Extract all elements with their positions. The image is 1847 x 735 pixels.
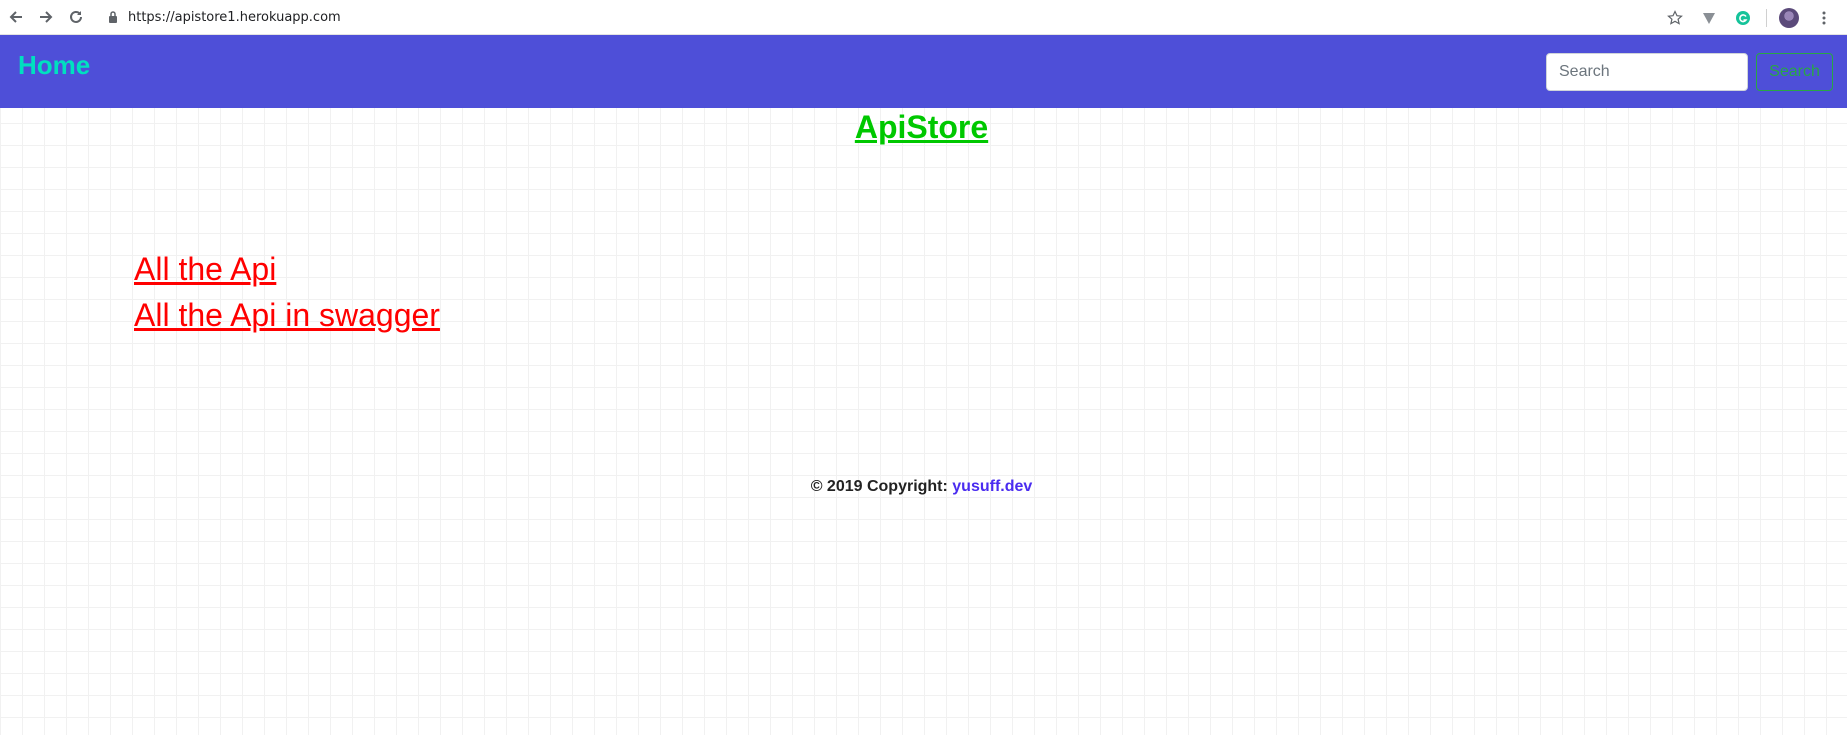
reload-icon[interactable] <box>62 3 90 31</box>
home-link[interactable]: Home <box>18 50 90 81</box>
search-input[interactable] <box>1546 53 1748 91</box>
all-api-link[interactable]: All the Api <box>134 246 440 292</box>
navbar: Home Search <box>0 35 1847 108</box>
extension-v-icon[interactable] <box>1698 7 1720 29</box>
footer-author-link[interactable]: yusuff.dev <box>952 478 1032 495</box>
url-text: https://apistore1.herokuapp.com <box>128 9 341 25</box>
api-links: All the Api All the Api in swagger <box>134 246 440 338</box>
toolbar-separator <box>1766 8 1767 27</box>
forward-icon[interactable] <box>32 3 60 31</box>
swagger-api-link[interactable]: All the Api in swagger <box>134 292 440 338</box>
grammarly-icon[interactable] <box>1732 7 1754 29</box>
footer: © 2019 Copyright: yusuff.dev <box>0 478 1843 496</box>
page-title: ApiStore <box>0 108 1843 146</box>
bookmark-star-icon[interactable] <box>1664 7 1686 29</box>
back-icon[interactable] <box>2 3 30 31</box>
browser-toolbar: https://apistore1.herokuapp.com <box>0 0 1847 35</box>
title-link[interactable]: ApiStore <box>855 109 988 145</box>
lock-icon <box>109 11 117 23</box>
search-button[interactable]: Search <box>1756 53 1833 91</box>
menu-dots-icon[interactable] <box>1813 7 1835 29</box>
profile-avatar[interactable] <box>1779 7 1799 28</box>
page-content: Home Search ApiStore All the Api All the… <box>0 35 1847 735</box>
copyright-text: © 2019 Copyright: <box>810 478 953 495</box>
address-bar[interactable]: https://apistore1.herokuapp.com <box>106 3 341 31</box>
